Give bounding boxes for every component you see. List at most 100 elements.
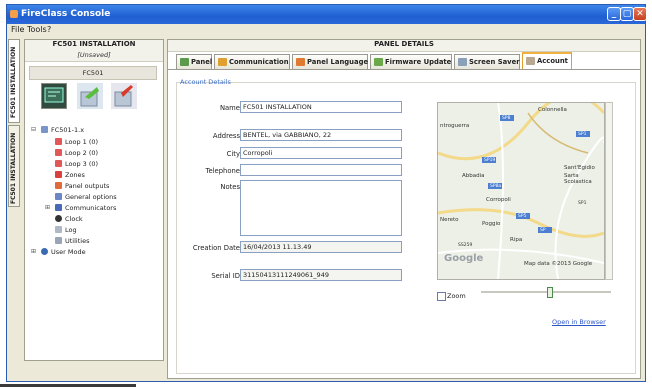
tab-firmware-update[interactable]: Firmware Update [370, 54, 452, 69]
minimize-button[interactable]: _ [607, 7, 621, 21]
tab-account[interactable]: Account [522, 52, 572, 69]
tree-node-loop3[interactable]: Loop 3 (0) [55, 159, 98, 169]
address-label: Address [212, 132, 240, 140]
side-tab-installation-active[interactable]: FC501 INSTALLATION [8, 39, 20, 123]
serial-id-label: Serial ID [211, 272, 240, 280]
panel-device-icon [41, 126, 48, 133]
telephone-field[interactable] [240, 164, 402, 176]
tree-node-clock[interactable]: Clock [55, 214, 83, 224]
tree-node-loop1[interactable]: Loop 1 (0) [55, 137, 98, 147]
tree-node-panel-outputs[interactable]: Panel outputs [55, 181, 109, 191]
notes-field[interactable] [240, 180, 402, 236]
map-scrollbar[interactable] [605, 102, 613, 280]
tree-node-utilities[interactable]: Utilities [55, 236, 89, 246]
restore-button[interactable]: ▢ [620, 7, 634, 21]
window-title: FireClass Console [21, 9, 111, 19]
menu-help[interactable]: ? [47, 25, 51, 34]
map-place: Sant'Egidio [564, 165, 595, 171]
location-map[interactable]: ntroguerra Colonnella SP8 SP1 SP19 Sant'… [437, 102, 605, 280]
menu-bar: File Tools ? [7, 24, 645, 36]
app-window: FireClass Console _ ▢ ✕ File Tools ? FC5… [6, 4, 647, 382]
creation-date-field: 16/04/2013 11.13.49 [240, 241, 402, 253]
zoom-slider-thumb[interactable] [547, 287, 553, 298]
telephone-label: Telephone [205, 167, 240, 175]
upload-panel-icon[interactable] [77, 83, 103, 109]
tab-divider [168, 69, 640, 70]
outputs-icon [55, 182, 62, 189]
menu-tools[interactable]: Tools [27, 25, 47, 34]
clock-icon [55, 215, 62, 222]
notes-label: Notes [220, 183, 240, 191]
tree-node-user-mode[interactable]: User Mode [41, 247, 86, 257]
open-in-browser-link[interactable]: Open in Browser [552, 318, 606, 326]
city-label: City [226, 150, 240, 158]
map-road-label: SS259 [458, 243, 473, 248]
account-tab-icon [526, 57, 535, 65]
tree-node-zones[interactable]: Zones [55, 170, 85, 180]
map-road-label: SP1 [578, 201, 587, 206]
taskbar-edge [0, 384, 136, 387]
map-road-label: SP1 [578, 132, 587, 137]
map-place: Poggio [482, 221, 501, 227]
map-place: Corropoli [486, 197, 511, 203]
address-field[interactable]: BENTEL, via GABBIANO, 22 [240, 129, 402, 141]
map-place: Sarta Scolastica [564, 173, 592, 185]
zones-icon [55, 171, 62, 178]
serial-id-field: 31150413111249061_949 [240, 269, 402, 281]
panel-tab-icon [180, 58, 189, 66]
tree-expand-icon[interactable]: ⊞ [31, 248, 36, 255]
map-road-label: SP8a [490, 184, 502, 189]
tree-node-communicators[interactable]: Communicators [55, 203, 116, 213]
tab-screen-saver[interactable]: Screen Saver [454, 54, 520, 69]
unsaved-label: [Unsaved] [25, 51, 163, 62]
screen-saver-tab-icon [458, 58, 467, 66]
zoom-checkbox[interactable] [437, 292, 446, 301]
utilities-icon [55, 237, 62, 244]
panel-details-title: PANEL DETAILS [168, 40, 640, 52]
communication-tab-icon [218, 58, 227, 66]
side-tab-installation[interactable]: FC501 INSTALLATION [8, 125, 20, 207]
communicators-icon [55, 204, 62, 211]
tree-node-log[interactable]: Log [55, 225, 77, 235]
name-field[interactable]: FC501 INSTALLATION [240, 101, 402, 113]
tree-collapse-icon[interactable]: ⊟ [31, 126, 36, 133]
map-place: Nereto [440, 217, 459, 223]
side-tab-label: FC501 INSTALLATION [10, 46, 17, 118]
loop-icon [55, 149, 62, 156]
side-tab-label: FC501 INSTALLATION [10, 132, 17, 204]
user-icon [41, 248, 48, 255]
map-road-label: SP5 [518, 214, 527, 219]
firmware-tab-icon [374, 58, 383, 66]
map-place: ntroguerra [440, 123, 470, 129]
tree-expand-icon[interactable]: ⊞ [45, 204, 50, 211]
menu-file[interactable]: File [11, 25, 24, 34]
map-road-label: SP19 [484, 158, 496, 163]
map-place: Colonnella [538, 107, 567, 113]
language-tab-icon [296, 58, 305, 66]
left-panel: FC501 INSTALLATION [Unsaved] FC501 ⊟ FC5… [24, 39, 164, 361]
account-details-heading: Account Details [180, 78, 231, 86]
map-copyright: Map data ©2013 Google [524, 261, 593, 267]
loop-icon [55, 138, 62, 145]
tree-node-fc501[interactable]: FC501-1.x [41, 125, 84, 135]
creation-date-label: Creation Date [192, 244, 240, 252]
zoom-slider[interactable] [481, 287, 611, 305]
installation-title: FC501 INSTALLATION [25, 40, 163, 51]
tree-node-loop2[interactable]: Loop 2 (0) [55, 148, 98, 158]
tab-communication[interactable]: Communication [214, 54, 290, 69]
tree-node-general-options[interactable]: General options [55, 192, 117, 202]
tab-panel[interactable]: Panel [176, 54, 212, 69]
city-field[interactable]: Corropoli [240, 147, 402, 159]
zoom-slider-track [481, 291, 611, 293]
close-button[interactable]: ✕ [633, 7, 647, 21]
map-place: Abbadia [462, 173, 485, 179]
side-tabs: FC501 INSTALLATION FC501 INSTALLATION [8, 39, 20, 239]
app-flame-icon [10, 10, 18, 18]
download-panel-icon[interactable] [111, 83, 137, 109]
panel-monitor-icon[interactable] [41, 83, 67, 109]
map-road-label: SP8 [502, 116, 511, 121]
map-road-label: SP [540, 228, 546, 233]
tab-panel-language[interactable]: Panel Language [292, 54, 368, 69]
map-place: Ripa [510, 237, 523, 243]
log-icon [55, 226, 62, 233]
